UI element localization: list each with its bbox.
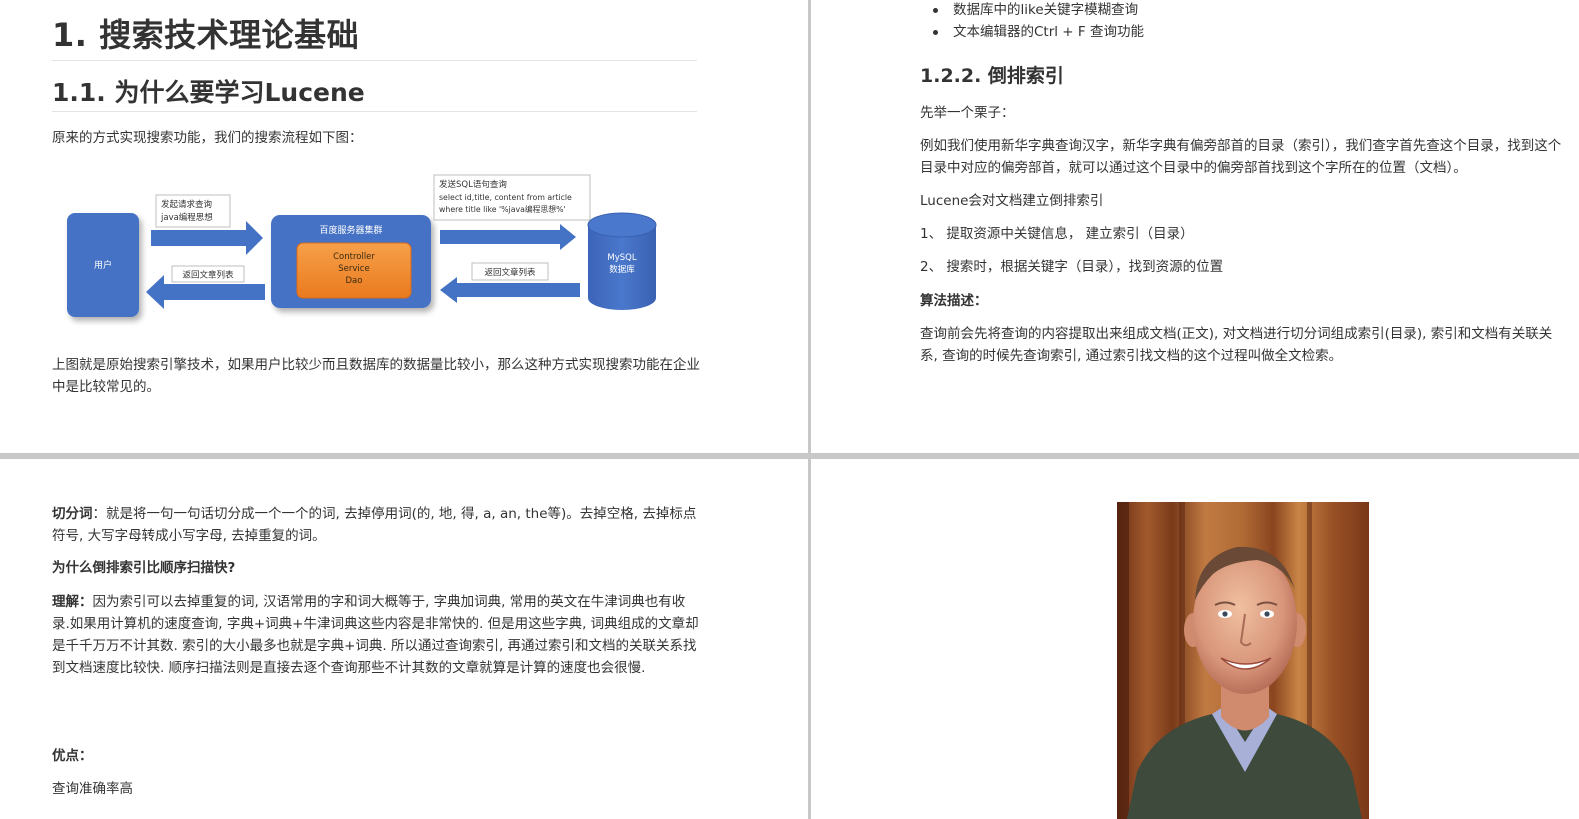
server-cluster-node: 百度服务器集群 Controller Service Dao: [271, 215, 431, 308]
request-label-line2: java编程思想: [160, 212, 213, 223]
doc-page-1: 1. 搜索技术理论基础 1.1. 为什么要学习Lucene 原来的方式实现搜索功…: [0, 0, 808, 453]
advantages-label: 优点：: [52, 748, 93, 764]
paragraph-lucene: Lucene会对文档建立倒排索引: [920, 193, 1104, 209]
search-flow-diagram: 用户 发起请求查询 java编程思想 返回文章列表 百度服务器集群 Contro…: [67, 174, 657, 317]
intro-paragraph: 原来的方式实现搜索功能，我们的搜索流程如下图：: [52, 130, 363, 146]
segmentation-text: ：就是将一句一句话切分成一个一个的词, 去掉停用词(的, 地, 得, a, an…: [52, 506, 697, 544]
outro-paragraph: 上图就是原始搜索引擎技术，如果用户比较少而且数据库的数据量比较小，那么这种方式实…: [52, 357, 700, 395]
arrow-right-icon: [440, 224, 576, 250]
algorithm-paragraph: 查询前会先将查询的内容提取出来组成文档(正文), 对文档进行切分词组成索引(目录…: [920, 326, 1553, 364]
why-heading: 为什么倒排索引比顺序扫描快?: [52, 560, 236, 576]
list-item: 文本编辑器的Ctrl + F 查询功能: [933, 22, 1144, 44]
doc-page-2: 数据库中的like关键字模糊查询 文本编辑器的Ctrl + F 查询功能 1.2…: [811, 0, 1579, 453]
paragraph-dictionary: 例如我们使用新华字典查询汉字，新华字典有偏旁部首的目录（索引），我们查字首先查这…: [920, 138, 1562, 176]
heading-underline: [52, 111, 697, 112]
portrait-photo: [1117, 502, 1369, 819]
server-controller: Controller: [333, 252, 375, 262]
step-2: 2、 搜索时，根据关键字（目录），找到资源的位置: [920, 259, 1224, 275]
segmentation-label: 切分词: [52, 506, 93, 522]
bullet-list: 数据库中的like关键字模糊查询 文本编辑器的Ctrl + F 查询功能: [933, 0, 1144, 44]
sql-label-line3: where title like '%java编程思想%': [439, 204, 566, 214]
understanding-text: 因为索引可以去掉重复的词, 汉语常用的字和词大概等于, 字典加词典, 常用的英文…: [52, 594, 699, 676]
arrow-left-icon: [440, 277, 580, 303]
server-service: Service: [338, 264, 369, 274]
sql-label-line1: 发送SQL语句查询: [439, 179, 507, 190]
mysql-database-node: MySQL 数据库: [587, 212, 657, 310]
heading-underline: [52, 60, 697, 61]
advantage-item: 查询准确率高: [52, 781, 133, 797]
heading-1: 1. 搜索技术理论基础: [52, 16, 360, 54]
doc-page-3: 切分词：就是将一句一句话切分成一个一个的词, 去掉停用词(的, 地, 得, a,…: [0, 459, 808, 819]
request-label-line1: 发起请求查询: [161, 199, 212, 210]
return-label-1: 返回文章列表: [182, 270, 234, 281]
sql-label-line2: select id,title, content from article: [439, 193, 572, 202]
paragraph-example-intro: 先举一个栗子：: [920, 105, 1015, 121]
list-item: 数据库中的like关键字模糊查询: [933, 0, 1144, 22]
understanding-label: 理解：: [52, 594, 93, 610]
user-label: 用户: [94, 259, 112, 271]
step-1: 1、 提取资源中关键信息， 建立索引（目录）: [920, 226, 1194, 242]
segmentation-paragraph: 切分词：就是将一句一句话切分成一个一个的词, 去掉停用词(的, 地, 得, a,…: [52, 503, 702, 547]
server-dao: Dao: [346, 276, 363, 286]
heading-1-1: 1.1. 为什么要学习Lucene: [52, 78, 365, 107]
server-cluster-title: 百度服务器集群: [319, 224, 382, 236]
user-node: 用户: [67, 213, 139, 317]
return-label-2: 返回文章列表: [484, 267, 536, 278]
db-label-line1: MySQL: [607, 253, 636, 263]
algorithm-label: 算法描述：: [920, 293, 988, 309]
heading-1-2-2: 1.2.2. 倒排索引: [920, 65, 1064, 87]
understanding-paragraph: 理解：因为索引可以去掉重复的词, 汉语常用的字和词大概等于, 字典加词典, 常用…: [52, 591, 702, 679]
doc-page-4: [811, 459, 1579, 819]
db-label-line2: 数据库: [609, 264, 635, 275]
